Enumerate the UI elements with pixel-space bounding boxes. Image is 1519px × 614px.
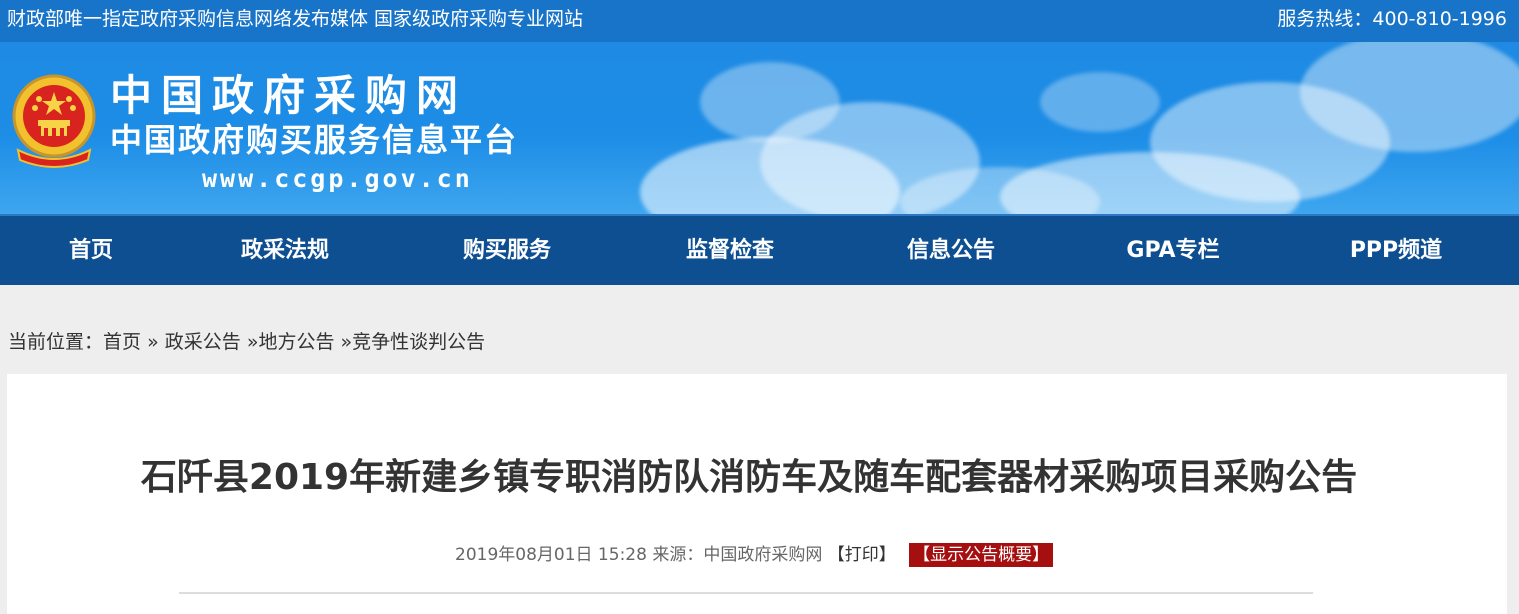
site-url: www.ccgp.gov.cn (202, 164, 473, 193)
article-source: 中国政府采购网 (703, 545, 823, 565)
show-summary-button[interactable]: 【显示公告概要】 (909, 543, 1054, 567)
nav-item-purchase-services[interactable]: 购买服务 (427, 216, 587, 285)
breadcrumb-separator: » (246, 331, 259, 353)
breadcrumb-announcements[interactable]: 政采公告 (165, 331, 241, 353)
nav-item-announcements[interactable]: 信息公告 (871, 216, 1031, 285)
top-info-bar: 财政部唯一指定政府采购信息网络发布媒体 国家级政府采购专业网站 服务热线：400… (0, 0, 1519, 42)
breadcrumb-home[interactable]: 首页 (103, 331, 141, 353)
nav-item-regulations[interactable]: 政采法规 (205, 216, 365, 285)
source-label: 来源： (652, 545, 704, 565)
breadcrumb-local[interactable]: 地方公告 (258, 331, 334, 353)
article-meta: 2019年08月01日 15:28 来源：中国政府采购网 【打印】 【显示公告概… (455, 542, 1054, 568)
site-subtitle: 中国政府购买服务信息平台 (110, 121, 519, 159)
site-name: 中国政府采购网 (110, 71, 468, 120)
nav-item-home[interactable]: 首页 (11, 216, 171, 285)
header-banner: 中国政府采购网 中国政府购买服务信息平台 www.ccgp.gov.cn (0, 42, 1519, 214)
breadcrumb-prefix: 当前位置： (8, 331, 104, 353)
nav-item-ppp[interactable]: PPP频道 (1316, 216, 1476, 285)
breadcrumb-separator: » (340, 331, 353, 353)
divider (179, 592, 1313, 594)
main-nav: 首页 政采法规 购买服务 监督检查 信息公告 GPA专栏 PPP频道 (0, 214, 1519, 285)
breadcrumb: 当前位置：首页 » 政采公告 »地方公告 »竞争性谈判公告 (8, 329, 485, 355)
national-emblem-icon[interactable] (8, 72, 100, 172)
nav-item-supervision[interactable]: 监督检查 (650, 216, 810, 285)
article-date: 2019年08月01日 15:28 (455, 545, 647, 565)
service-hotline: 服务热线：400-810-1996 (1277, 8, 1507, 30)
article-panel: 石阡县2019年新建乡镇专职消防队消防车及随车配套器材采购项目采购公告 2019… (7, 374, 1507, 614)
site-slogan: 财政部唯一指定政府采购信息网络发布媒体 国家级政府采购专业网站 (7, 8, 584, 30)
breadcrumb-separator: » (147, 331, 159, 353)
nav-item-gpa[interactable]: GPA专栏 (1093, 216, 1253, 285)
article-title: 石阡县2019年新建乡镇专职消防队消防车及随车配套器材采购项目采购公告 (140, 457, 1358, 498)
print-link[interactable]: 【打印】 (828, 545, 896, 565)
breadcrumb-negotiation[interactable]: 竞争性谈判公告 (352, 331, 485, 353)
